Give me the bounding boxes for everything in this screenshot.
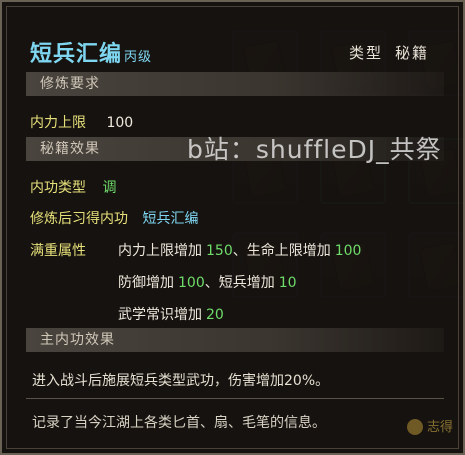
site-logo: 志得 bbox=[406, 416, 453, 435]
item-type: 类型 秘籍 bbox=[349, 42, 429, 63]
item-title: 短兵汇编 丙级 bbox=[30, 36, 152, 68]
item-description: 记录了当今江湖上各类匕首、扇、毛笔的信息。 bbox=[32, 415, 326, 431]
stat-value: 150 bbox=[206, 243, 233, 259]
learned-label: 修炼后习得内功 bbox=[30, 211, 128, 227]
item-grade: 丙级 bbox=[124, 50, 153, 65]
stat-line: 内力上限增加 150、生命上限增加 100 bbox=[118, 240, 361, 260]
stat-label: 短兵增加 bbox=[218, 275, 275, 291]
inner-type-value: 调 bbox=[102, 180, 117, 196]
logo-text: 志得 bbox=[426, 419, 453, 435]
stat-separator: 、 bbox=[204, 275, 219, 291]
game-screen: 短兵汇编 丙级 类型 秘籍 修炼要求 内力上限 100 秘籍效果 b站：shuffl… bbox=[0, 0, 465, 455]
type-heading: 类型 bbox=[348, 44, 383, 62]
stat-label: 内力上限增加 bbox=[118, 243, 202, 259]
stat-line: 武学常识增加 20 bbox=[118, 304, 224, 324]
learned-row: 修炼后习得内功 短兵汇编 bbox=[30, 208, 198, 228]
requirement-value: 100 bbox=[106, 115, 134, 131]
divider bbox=[26, 398, 444, 399]
stat-label: 生命上限增加 bbox=[246, 243, 331, 259]
inner-type-label: 内功类型 bbox=[30, 180, 86, 196]
fullstack-label: 满重属性 bbox=[30, 243, 86, 259]
main-effect-text: 进入战斗后施展短兵类型武功，伤害增加20%。 bbox=[32, 373, 330, 389]
learned-skill-link[interactable]: 短兵汇编 bbox=[142, 211, 198, 227]
requirement-row: 内力上限 100 bbox=[30, 112, 133, 132]
item-name: 短兵汇编 bbox=[30, 42, 123, 67]
item-tooltip: 短兵汇编 丙级 类型 秘籍 修炼要求 内力上限 100 秘籍效果 b站：shuffl… bbox=[0, 0, 465, 455]
stat-value: 10 bbox=[278, 275, 297, 291]
requirement-label: 内力上限 bbox=[30, 115, 86, 131]
stat-label: 武学常识增加 bbox=[118, 307, 202, 323]
stat-value: 100 bbox=[334, 243, 362, 259]
type-value: 秘籍 bbox=[394, 44, 429, 62]
logo-icon bbox=[406, 419, 423, 435]
section-main-effect: 主内功效果 bbox=[26, 328, 444, 352]
stat-line: 防御增加 100、短兵增加 10 bbox=[118, 272, 297, 292]
stat-value: 20 bbox=[206, 307, 224, 323]
stat-value: 100 bbox=[178, 275, 205, 291]
stat-label: 防御增加 bbox=[118, 275, 174, 291]
stat-separator: 、 bbox=[232, 243, 247, 259]
section-requirements: 修炼要求 bbox=[26, 72, 444, 96]
fullstack-label-row: 满重属性 bbox=[30, 240, 86, 260]
watermark: b站：shuffleDJ_共祭 bbox=[187, 135, 442, 164]
inner-type-row: 内功类型 调 bbox=[30, 177, 116, 197]
